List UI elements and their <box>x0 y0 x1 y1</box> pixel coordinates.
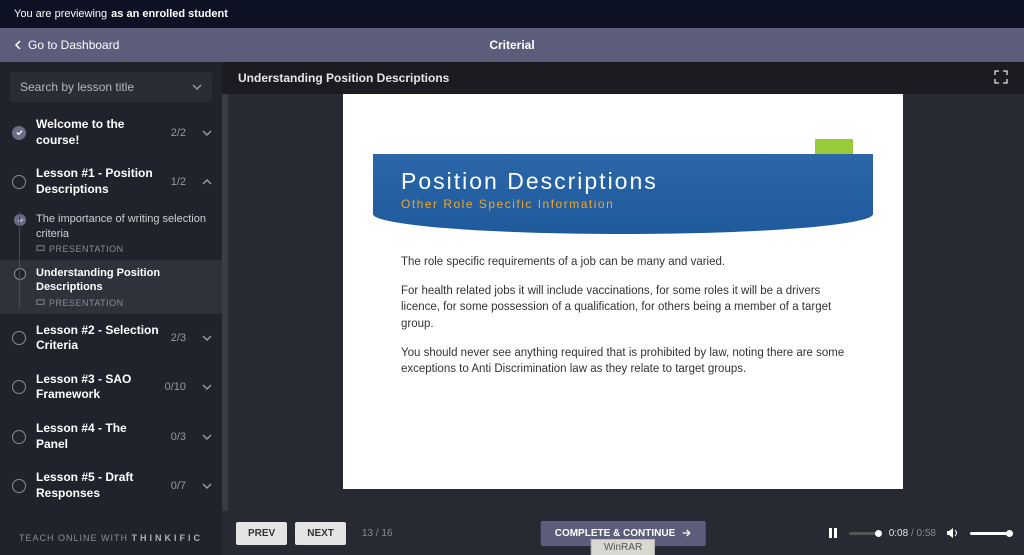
content-header: Understanding Position Descriptions <box>222 62 1024 94</box>
volume-icon[interactable] <box>946 527 960 539</box>
fullscreen-icon[interactable] <box>994 70 1008 87</box>
back-to-dashboard[interactable]: Go to Dashboard <box>14 38 119 52</box>
lesson-row[interactable]: Welcome to the course! 2/2 <box>0 108 222 157</box>
lesson-row[interactable]: Lesson #2 - Selection Criteria 2/3 <box>0 314 222 363</box>
lesson-progress: 2/3 <box>171 332 186 344</box>
chevron-down-icon <box>192 83 202 91</box>
slide-subtitle: Other Role Specific Information <box>401 197 845 211</box>
slide-paragraph: For health related jobs it will include … <box>401 283 845 333</box>
chevron-up-icon <box>202 178 212 186</box>
course-title: Criterial <box>0 38 1024 52</box>
lesson-title: Lesson #3 - SAO Framework <box>36 372 155 403</box>
subitem-title: The importance of writing selection crit… <box>36 212 212 241</box>
status-circle-icon <box>14 268 26 280</box>
taskbar-app[interactable]: WinRAR <box>591 539 655 555</box>
lesson-row[interactable]: Lesson #5 - Draft Responses 0/7 <box>0 461 222 510</box>
lesson-progress: 0/7 <box>171 480 186 492</box>
time-display: 0:08 / 0:58 <box>889 528 936 539</box>
next-button[interactable]: NEXT <box>295 522 346 545</box>
lesson-title: Lesson #5 - Draft Responses <box>36 470 161 501</box>
preview-role: as an enrolled student <box>111 8 228 20</box>
chevron-down-icon <box>202 383 212 391</box>
lesson-row[interactable]: Lesson #4 - The Panel 0/3 <box>0 412 222 461</box>
status-circle-icon <box>12 380 26 394</box>
slide-title: Position Descriptions <box>401 168 845 195</box>
presentation-icon <box>36 244 45 253</box>
slide-viewport: 20 Position Descriptions Other Role Spec… <box>222 94 1024 511</box>
pause-button[interactable] <box>827 527 839 539</box>
slide-counter: 13 / 16 <box>362 528 393 539</box>
lesson-title: Lesson #1 - Position Descriptions <box>36 166 161 197</box>
course-header: Go to Dashboard Criterial <box>0 28 1024 62</box>
audio-controls: 0:08 / 0:58 <box>827 527 1010 539</box>
lesson-title: Welcome to the course! <box>36 117 161 148</box>
lesson-list: Welcome to the course! 2/2 Lesson #1 - P… <box>0 108 222 521</box>
lesson-progress: 0/10 <box>165 381 186 393</box>
subitem-type: PRESENTATION <box>36 244 212 254</box>
timeline-connector <box>19 212 20 307</box>
arrow-right-icon <box>681 529 691 537</box>
brand-name: THINKIFIC <box>132 533 204 543</box>
lesson-progress: 2/2 <box>171 127 186 139</box>
lesson-subitem[interactable]: Understanding Position Descriptions PRES… <box>0 260 222 314</box>
status-circle-icon <box>12 175 26 189</box>
check-icon <box>12 126 26 140</box>
back-label: Go to Dashboard <box>28 38 119 52</box>
lesson-title: Lesson #6 - The Bonus Lesson <box>36 519 161 521</box>
subitem-title: Understanding Position Descriptions <box>36 266 212 295</box>
status-circle-icon <box>12 479 26 493</box>
chevron-left-icon <box>14 40 22 50</box>
slide-paragraph: You should never see anything required t… <box>401 345 845 378</box>
lesson-row[interactable]: Lesson #3 - SAO Framework 0/10 <box>0 363 222 412</box>
lesson-row[interactable]: Lesson #6 - The Bonus Lesson 0/2 <box>0 510 222 521</box>
volume-slider[interactable] <box>970 532 1010 535</box>
lesson-subitem[interactable]: The importance of writing selection crit… <box>0 206 222 260</box>
preview-text: You are previewing <box>14 8 107 20</box>
chevron-down-icon <box>202 334 212 342</box>
lesson-progress: 1/2 <box>171 176 186 188</box>
lesson-row[interactable]: Lesson #1 - Position Descriptions 1/2 <box>0 157 222 206</box>
preview-bar: You are previewing as an enrolled studen… <box>0 0 1024 28</box>
lesson-title: Lesson #2 - Selection Criteria <box>36 323 161 354</box>
prev-button[interactable]: PREV <box>236 522 287 545</box>
content-main: Understanding Position Descriptions 20 P… <box>222 62 1024 555</box>
content-title: Understanding Position Descriptions <box>238 71 449 85</box>
status-circle-icon <box>12 331 26 345</box>
slide: 20 Position Descriptions Other Role Spec… <box>343 94 903 489</box>
sidebar-footer: TEACH ONLINE WITH THINKIFIC <box>0 521 222 555</box>
chevron-down-icon <box>202 129 212 137</box>
lesson-sidebar: Search by lesson title Welcome to the co… <box>0 62 222 555</box>
search-lessons[interactable]: Search by lesson title <box>10 72 212 102</box>
chevron-down-icon <box>202 433 212 441</box>
subitem-type: PRESENTATION <box>36 298 212 308</box>
check-icon <box>14 214 26 226</box>
chevron-down-icon <box>202 482 212 490</box>
slide-body: The role specific requirements of a job … <box>401 254 845 390</box>
lesson-progress: 0/3 <box>171 431 186 443</box>
slide-paragraph: The role specific requirements of a job … <box>401 254 845 271</box>
presentation-icon <box>36 298 45 307</box>
slide-banner: Position Descriptions Other Role Specifi… <box>373 154 873 234</box>
status-circle-icon <box>12 430 26 444</box>
lesson-title: Lesson #4 - The Panel <box>36 421 161 452</box>
seek-bar[interactable] <box>849 532 879 535</box>
search-placeholder: Search by lesson title <box>20 80 134 94</box>
